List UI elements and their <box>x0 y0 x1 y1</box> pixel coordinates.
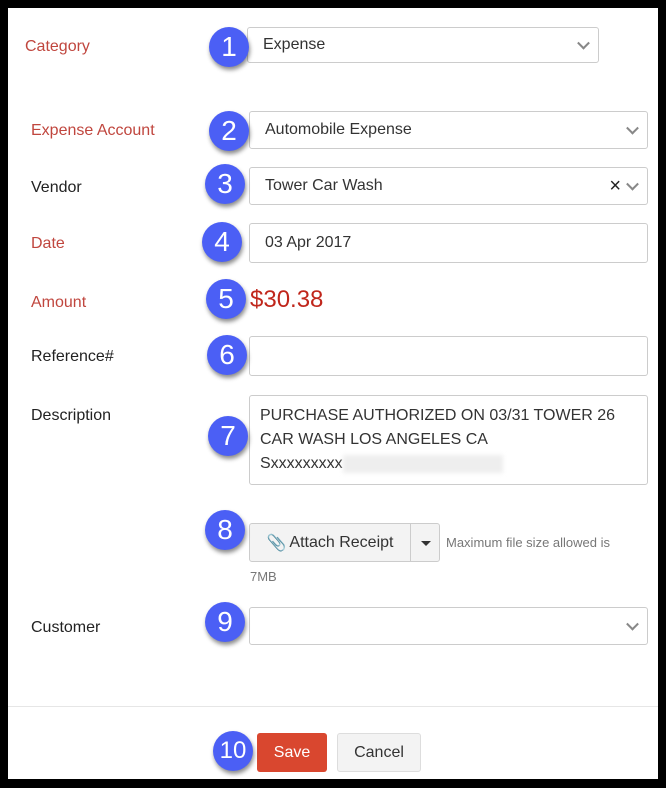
vendor-value: Tower Car Wash <box>265 177 383 194</box>
amount-label: Amount <box>31 294 87 311</box>
category-value: Expense <box>263 36 326 53</box>
customer-label: Customer <box>31 619 101 636</box>
file-size-hint: Maximum file size allowed is <box>446 535 610 550</box>
customer-select[interactable] <box>249 607 648 645</box>
expense-account-value: Automobile Expense <box>265 121 412 138</box>
attach-receipt-group: 📎 Attach Receipt <box>249 523 440 562</box>
category-select[interactable]: Expense <box>247 27 599 63</box>
chevron-down-icon <box>626 617 639 631</box>
step-badge: 5 <box>206 279 246 319</box>
chevron-down-icon <box>626 177 639 191</box>
step-badge: 7 <box>208 416 248 456</box>
chevron-down-icon <box>626 121 639 135</box>
file-size-hint-cont: 7MB <box>250 569 277 584</box>
step-badge: 2 <box>209 111 249 151</box>
step-badge: 1 <box>209 27 249 67</box>
reference-label: Reference# <box>31 348 114 365</box>
expense-account-select[interactable]: Automobile Expense <box>249 111 648 149</box>
redacted-text <box>342 454 503 473</box>
reference-input[interactable] <box>249 336 648 376</box>
clear-icon[interactable]: × <box>609 175 621 198</box>
attach-dropdown-button[interactable] <box>411 524 439 561</box>
category-label: Category <box>25 38 90 55</box>
step-badge: 8 <box>205 510 245 550</box>
step-badge: 10 <box>213 731 253 771</box>
date-label: Date <box>31 235 65 252</box>
expense-account-label: Expense Account <box>31 122 155 139</box>
footer-divider <box>8 706 658 707</box>
vendor-select[interactable]: Tower Car Wash × <box>249 167 648 205</box>
description-line: CAR WASH LOS ANGELES CA <box>260 431 488 448</box>
date-input[interactable]: 03 Apr 2017 <box>249 223 648 263</box>
attach-receipt-label: Attach Receipt <box>289 533 394 551</box>
description-line: Sxxxxxxxxx <box>260 452 637 476</box>
step-badge: 9 <box>205 602 245 642</box>
step-badge: 4 <box>202 222 242 262</box>
step-badge: 3 <box>205 164 245 204</box>
description-label: Description <box>31 407 112 424</box>
description-line: PURCHASE AUTHORIZED ON 03/31 TOWER 26 <box>260 407 616 424</box>
vendor-label: Vendor <box>31 179 82 196</box>
cancel-button[interactable]: Cancel <box>337 733 421 772</box>
chevron-down-icon <box>577 36 590 50</box>
caret-down-icon <box>421 541 431 546</box>
save-button[interactable]: Save <box>257 733 327 772</box>
attach-receipt-button[interactable]: 📎 Attach Receipt <box>250 524 411 561</box>
amount-value: $30.38 <box>250 286 324 313</box>
step-badge: 6 <box>207 335 247 375</box>
date-value: 03 Apr 2017 <box>265 234 352 251</box>
description-textarea[interactable]: PURCHASE AUTHORIZED ON 03/31 TOWER 26 CA… <box>249 395 648 485</box>
paperclip-icon: 📎 <box>266 534 287 552</box>
